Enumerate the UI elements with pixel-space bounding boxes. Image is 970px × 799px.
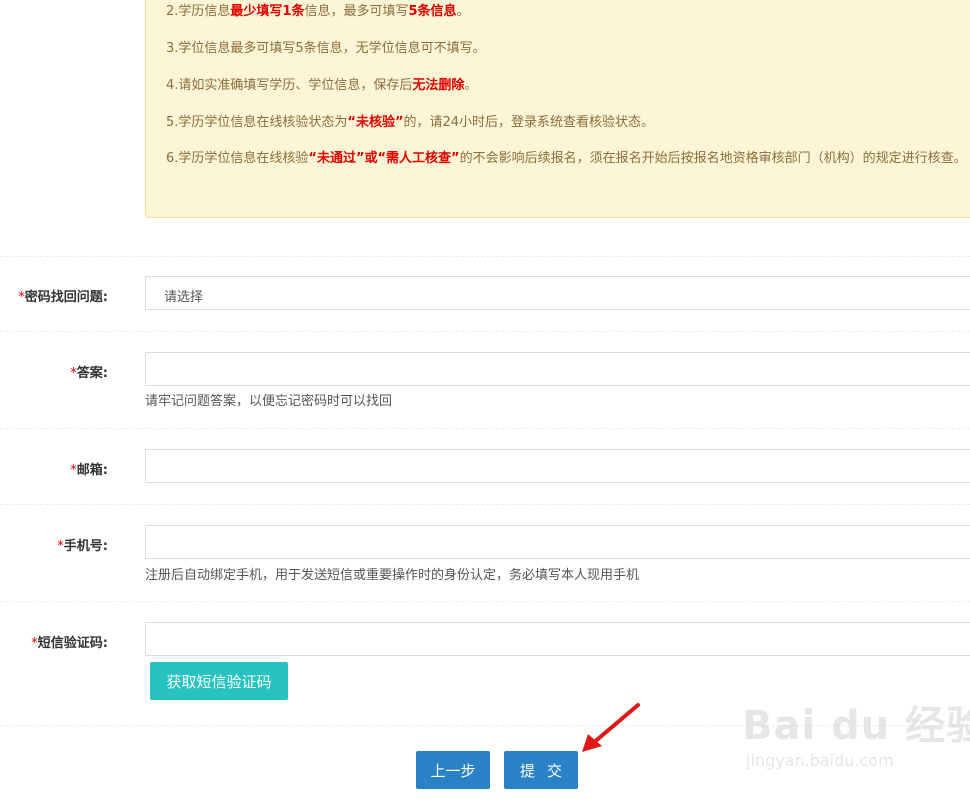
row-divider <box>0 331 970 332</box>
red-arrow-annotation <box>582 703 640 752</box>
watermark-brand: Bai du 经验 <box>742 703 970 749</box>
security-question-label: *密码找回问题: <box>18 290 108 305</box>
notice-item-4: 4.请如实准确填写学历、学位信息，保存后无法删除。 <box>166 78 478 93</box>
answer-label: *答案: <box>70 366 108 381</box>
notice-item-3: 3.学位信息最多可填写5条信息，无学位信息可不填写。 <box>166 41 486 56</box>
email-label: *邮箱: <box>70 463 108 478</box>
security-question-select[interactable]: 请选择 <box>145 276 970 310</box>
submit-button[interactable]: 提交 <box>504 751 578 789</box>
security-question-value: 请选择 <box>164 290 204 305</box>
row-divider <box>0 428 970 429</box>
sms-code-input[interactable] <box>145 622 970 656</box>
notice-item-6: 6.学历学位信息在线核验“未通过”或“需人工核查”的不会影响后续报名，须在报名开… <box>166 151 967 166</box>
notice-item-5: 5.学历学位信息在线核验状态为“未核验”的，请24小时后，登录系统查看核验状态。 <box>166 115 655 130</box>
get-sms-code-button[interactable]: 获取短信验证码 <box>150 662 288 700</box>
row-divider <box>0 504 970 505</box>
phone-input[interactable] <box>145 525 970 559</box>
row-divider <box>0 256 970 257</box>
notice-box: 2.学历信息最少填写1条信息，最多可填写5条信息。 3.学位信息最多可填写5条信… <box>145 0 970 218</box>
watermark-url: jingyan.baidu.com <box>746 751 894 770</box>
phone-hint: 注册后自动绑定手机，用于发送短信或重要操作时的身份认定，务必填写本人现用手机 <box>145 568 640 583</box>
answer-hint: 请牢记问题答案，以便忘记密码时可以找回 <box>145 394 393 409</box>
phone-label: *手机号: <box>57 539 108 554</box>
answer-input[interactable] <box>145 352 970 386</box>
previous-step-button[interactable]: 上一步 <box>416 751 490 789</box>
row-divider <box>0 601 970 602</box>
notice-item-2: 2.学历信息最少填写1条信息，最多可填写5条信息。 <box>166 4 470 19</box>
sms-code-label: *短信验证码: <box>31 636 108 651</box>
email-input[interactable] <box>145 449 970 483</box>
